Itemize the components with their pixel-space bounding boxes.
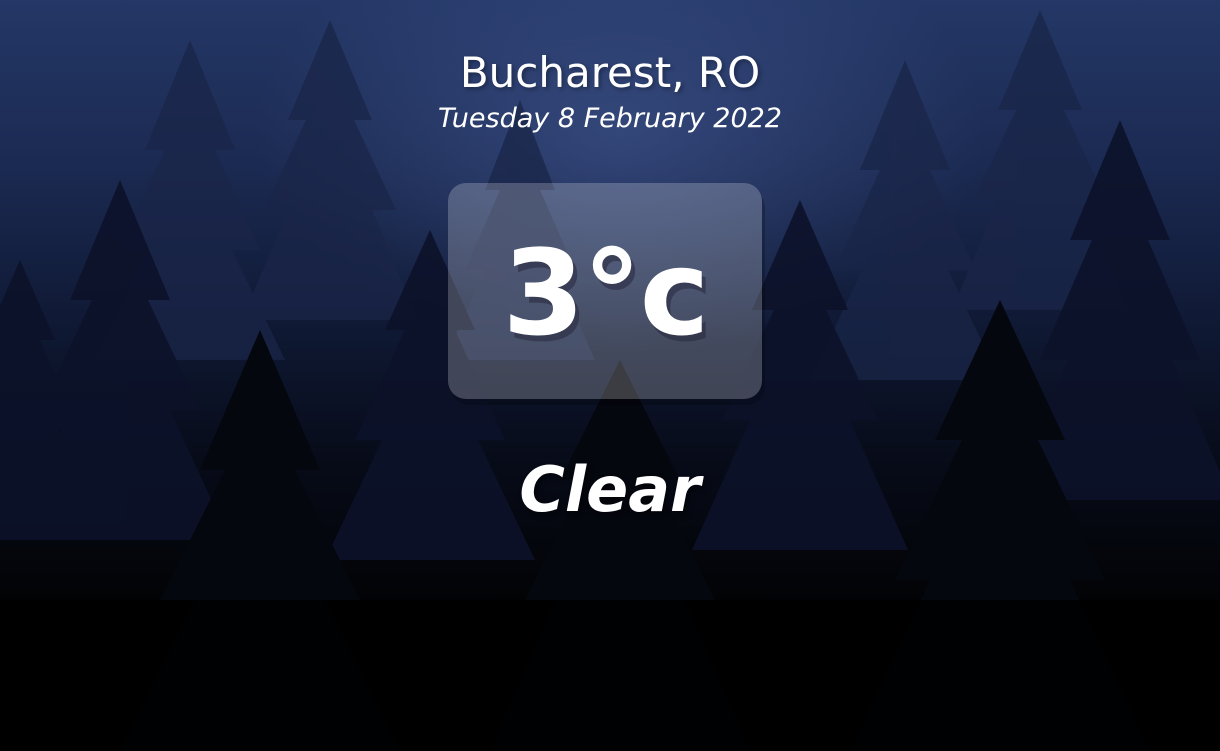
- weather-content: Bucharest, RO Tuesday 8 February 2022 3°…: [0, 0, 1220, 751]
- date-label: Tuesday 8 February 2022: [438, 103, 782, 134]
- temperature-value: 3°c: [502, 224, 709, 362]
- temperature-box: 3°c: [448, 183, 762, 399]
- weather-app: Bucharest, RO Tuesday 8 February 2022 3°…: [0, 0, 1220, 751]
- location-title: Bucharest, RO: [459, 48, 761, 97]
- weather-condition: Clear: [519, 453, 701, 526]
